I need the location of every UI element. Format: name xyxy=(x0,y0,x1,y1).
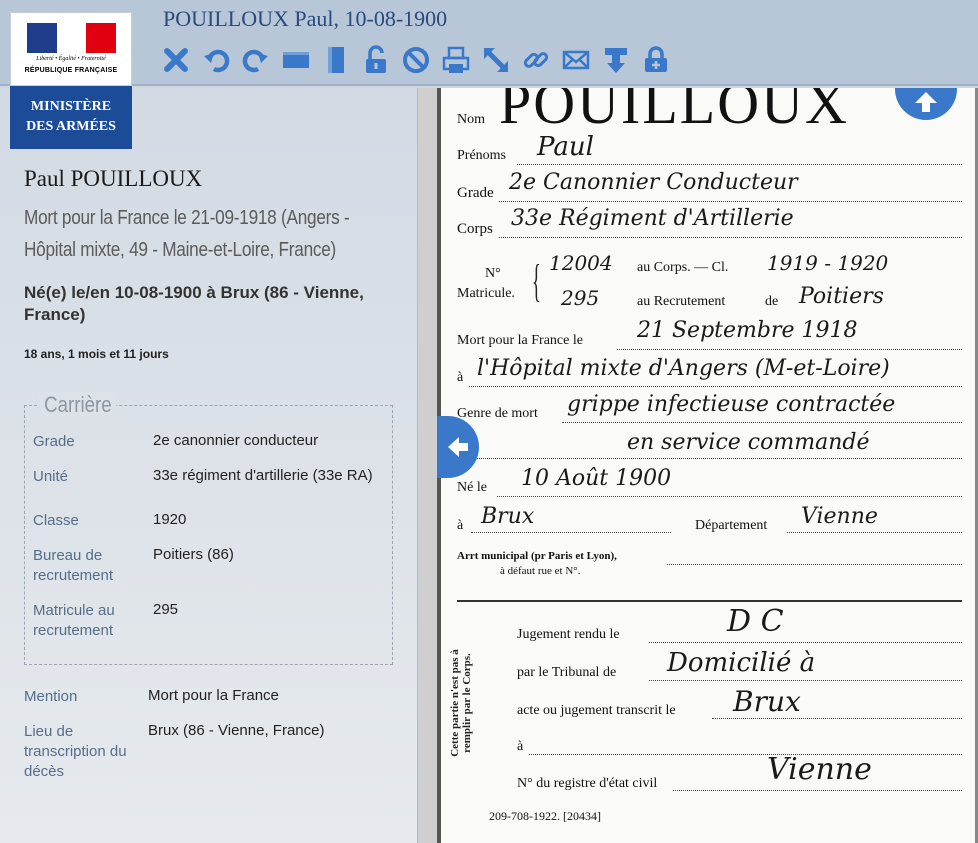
doc-matricule-label: Matricule. xyxy=(457,286,515,301)
doc-a1: à xyxy=(457,370,464,385)
ministry-logo[interactable]: Liberté • Égalité • Fraternité RÉPUBLIQU… xyxy=(10,12,132,149)
career-value: Poitiers (86) xyxy=(153,546,234,563)
info-panel: Paul POUILLOUX Mort pour la France le 21… xyxy=(0,88,417,843)
doc-nom-label: Nom xyxy=(457,112,485,127)
doc-genre-value-2: en service commandé xyxy=(627,430,870,455)
career-value: 1920 xyxy=(153,511,187,528)
republic-name: RÉPUBLIQUE FRANÇAISE xyxy=(24,67,118,74)
doc-corps-number: 12004 xyxy=(549,251,613,275)
doc-grade-label: Grade xyxy=(457,185,494,201)
doc-registre-label: N° du registre d'état civil xyxy=(517,776,658,791)
doc-genre-label: Genre de mort xyxy=(457,406,538,421)
career-title: Carrière xyxy=(39,392,117,418)
doc-recr-place: Poitiers xyxy=(799,284,884,309)
doc-ne-label: Né le xyxy=(457,480,487,495)
career-label: Matricule au recrutement xyxy=(33,602,115,639)
career-value: 295 xyxy=(153,601,179,618)
doc-no-label: N° xyxy=(485,266,501,281)
app-header: POUILLOUX Paul, 10-08-1900 xyxy=(0,0,978,86)
doc-arr-label: Arrt municipal (pr Paris et Lyon), xyxy=(457,550,617,562)
doc-corps-label: Corps xyxy=(457,221,493,237)
doc-transcrit-label: acte ou jugement transcrit le xyxy=(517,703,676,718)
close-icon[interactable] xyxy=(160,44,192,76)
doc-transcrit-value: Brux xyxy=(733,685,801,718)
download-icon[interactable] xyxy=(600,44,632,76)
marianne-icon xyxy=(58,26,85,53)
panel-splitter[interactable] xyxy=(417,88,437,843)
age-at-death: 18 ans, 1 mois et 11 jours xyxy=(24,347,169,361)
previous-page-button[interactable] xyxy=(437,416,479,478)
rotate-left-icon[interactable] xyxy=(200,44,232,76)
doc-a2: à xyxy=(457,518,464,533)
block-icon[interactable] xyxy=(400,44,432,76)
doc-jugement-value: D C xyxy=(727,604,784,639)
doc-arr-label-2: à défaut rue et N°. xyxy=(500,565,581,577)
doc-side-note: Cette partie n'est pas à remplir par le … xyxy=(449,649,473,757)
doc-genre-value-1: grippe infectieuse contractée xyxy=(567,392,896,417)
expand-icon[interactable] xyxy=(480,44,512,76)
career-label: Classe xyxy=(33,512,79,529)
mention-value: Mort pour la France xyxy=(148,687,279,704)
document-viewer[interactable]: Nom POUILLOUX Prénoms Paul Grade 2e Cano… xyxy=(437,88,978,843)
doc-prenoms-value: Paul xyxy=(537,132,594,162)
doc-ne-value: 10 Août 1900 xyxy=(521,466,672,491)
doc-ne-lieu: Brux xyxy=(481,504,535,529)
link-icon[interactable] xyxy=(520,44,552,76)
doc-au-corps: au Corps. — Cl. xyxy=(637,260,729,275)
transcription-value: Brux (86 - Vienne, France) xyxy=(148,722,325,739)
career-value: 2e canonnier conducteur xyxy=(153,432,319,449)
fit-height-icon[interactable] xyxy=(320,44,352,76)
ministry-line-2: DES ARMÉES xyxy=(26,119,116,134)
toolbar xyxy=(160,44,672,76)
doc-tribunal-value: Domicilié à xyxy=(667,648,816,678)
career-section: Carrière Grade 2e canonnier conducteur U… xyxy=(24,392,393,665)
doc-mort-label: Mort pour la France le xyxy=(457,333,583,348)
ministry-line-1: MINISTÈRE xyxy=(30,99,112,114)
rotate-right-icon[interactable] xyxy=(240,44,272,76)
doc-footer: 209-708-1922. [20434] xyxy=(489,809,601,823)
doc-mort-date: 21 Septembre 1918 xyxy=(637,318,858,343)
marianne-logo: Liberté • Égalité • Fraternité RÉPUBLIQU… xyxy=(10,12,132,86)
career-value: 33e régiment d'artillerie (33e RA) xyxy=(153,467,373,484)
ministry-name: MINISTÈRE DES ARMÉES xyxy=(10,86,132,149)
fit-width-icon[interactable] xyxy=(280,44,312,76)
doc-dept-label: Département xyxy=(695,518,768,533)
arrow-up-icon xyxy=(915,92,937,112)
scroll-up-button[interactable] xyxy=(895,88,957,120)
doc-jugement-label: Jugement rendu le xyxy=(517,627,620,642)
doc-corps-value: 33e Régiment d'Artillerie xyxy=(511,206,794,231)
doc-prenoms-label: Prénoms xyxy=(457,148,506,163)
doc-dept-value: Vienne xyxy=(801,504,878,529)
death-info: Mort pour la France le 21-09-1918 (Anger… xyxy=(24,207,350,261)
doc-mort-lieu: l'Hôpital mixte d'Angers (M-et-Loire) xyxy=(477,356,890,381)
doc-a3: à xyxy=(517,739,524,754)
mention-label: Mention xyxy=(24,688,78,705)
scanned-record: Nom POUILLOUX Prénoms Paul Grade 2e Cano… xyxy=(437,88,978,843)
arrow-left-icon xyxy=(448,437,468,457)
lock-add-icon[interactable] xyxy=(640,44,672,76)
career-label: Unité xyxy=(33,468,69,485)
unlock-icon[interactable] xyxy=(360,44,392,76)
doc-nom-value: POUILLOUX xyxy=(499,88,849,136)
career-label: Bureau de recrutement xyxy=(33,547,114,584)
career-label: Grade xyxy=(33,433,75,450)
birth-info: Né(e) le/en 10-08-1900 à Brux (86 - Vien… xyxy=(24,283,364,324)
doc-registre-value: Vienne xyxy=(767,752,872,787)
doc-au-recr: au Recrutement xyxy=(637,294,726,309)
doc-de: de xyxy=(765,294,779,309)
republic-motto: Liberté • Égalité • Fraternité xyxy=(36,56,106,62)
print-icon[interactable] xyxy=(440,44,472,76)
mail-icon[interactable] xyxy=(560,44,592,76)
document-title: POUILLOUX Paul, 10-08-1900 xyxy=(163,6,448,31)
doc-classe-value: 1919 - 1920 xyxy=(767,251,889,275)
doc-recr-number: 295 xyxy=(561,286,600,310)
doc-grade-value: 2e Canonnier Conducteur xyxy=(509,170,798,195)
person-name: Paul POUILLOUX xyxy=(24,166,203,191)
doc-tribunal-label: par le Tribunal de xyxy=(517,665,617,680)
transcription-label: Lieu de transcription du décès xyxy=(24,723,127,780)
